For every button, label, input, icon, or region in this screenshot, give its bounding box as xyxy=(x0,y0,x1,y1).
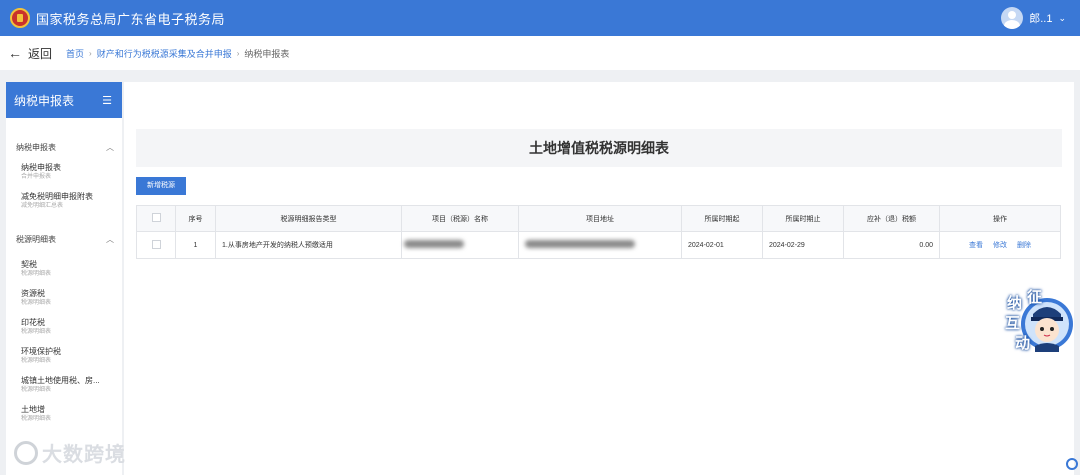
edit-link[interactable]: 修改 xyxy=(993,242,1007,249)
column-header: 所属时期起 xyxy=(681,205,763,232)
sidebar-item-label[interactable]: 纳税申报表 xyxy=(21,162,114,173)
refresh-icon[interactable] xyxy=(1066,458,1078,470)
table-row: 1 1.从事房地产开发的纳税人预缴适用 2024-02-01 2024-02-2… xyxy=(136,231,1061,259)
sidebar-item-stamp-tax[interactable]: 印花税 税源明细表 xyxy=(6,312,122,341)
sidebar-item-environment-tax[interactable]: 环境保护税 税源明细表 xyxy=(6,341,122,370)
sidebar-item-sublabel: 减免明细汇总表 xyxy=(21,203,64,209)
table-header-row: 序号 税源明细报告类型 项目（税源）名称 项目地址 所属时期起 所属时期止 应补… xyxy=(136,205,1061,232)
breadcrumb-bar: ← 返回 首页 › 财产和行为税税源采集及合并申报 › 纳税申报表 xyxy=(0,36,1080,70)
sidebar-item-sublabel: 税源明细表 xyxy=(21,387,52,393)
chevron-down-icon[interactable]: ⌄ xyxy=(1058,13,1066,24)
chevron-right-icon: › xyxy=(236,48,240,58)
sidebar-header: 纳税申报表 ☰ xyxy=(6,82,122,118)
sidebar-group-label[interactable]: 税源明细表 xyxy=(16,234,56,245)
sidebar-group-declaration[interactable]: 纳税申报表 ︿ xyxy=(6,137,122,157)
chevron-right-icon: › xyxy=(89,48,92,58)
view-link[interactable]: 查看 xyxy=(969,242,983,249)
tax-bureau-emblem-icon xyxy=(10,8,30,28)
sidebar-item-declaration-form[interactable]: 纳税申报表 合并申报表 xyxy=(6,157,122,186)
chevron-up-icon[interactable]: ︿ xyxy=(106,234,114,245)
watermark: 大数跨境 xyxy=(14,438,126,467)
back-button[interactable]: ← 返回 xyxy=(8,45,52,62)
page-title: 土地增值税税源明细表 xyxy=(136,129,1062,167)
sidebar-item-land-value-added-tax[interactable]: 土地增 税源明细表 xyxy=(6,399,122,428)
sidebar-item-label[interactable]: 土地增 xyxy=(21,404,114,415)
user-menu[interactable]: 郎..1 ⌄ xyxy=(1001,7,1066,29)
sidebar-item-label[interactable]: 印花税 xyxy=(21,317,114,328)
breadcrumb-current: 纳税申报表 xyxy=(244,48,290,59)
assistant-char[interactable]: 纳 xyxy=(1007,292,1022,313)
row-project-address-redacted xyxy=(518,231,682,259)
column-header: 操作 xyxy=(939,205,1061,232)
row-project-name-redacted xyxy=(401,231,519,259)
watermark-text: 大数跨境 xyxy=(42,444,126,466)
menu-collapse-icon[interactable]: ☰ xyxy=(102,94,112,107)
sidebar: 纳税申报表 ☰ 纳税申报表 ︿ 纳税申报表 合并申报表 减免税明细申报附表 减免… xyxy=(6,82,122,475)
sidebar-item-sublabel: 税源明细表 xyxy=(21,271,52,277)
sidebar-item-label[interactable]: 城镇土地使用税、房... xyxy=(21,375,114,386)
sidebar-group-label[interactable]: 纳税申报表 xyxy=(16,142,56,153)
redacted-text xyxy=(525,240,635,248)
breadcrumb: 首页 › 财产和行为税税源采集及合并申报 › 纳税申报表 xyxy=(66,47,289,60)
header-select-all[interactable] xyxy=(136,205,176,232)
column-header: 项目地址 xyxy=(518,205,682,232)
column-header: 项目（税源）名称 xyxy=(401,205,519,232)
sidebar-item-sublabel: 税源明细表 xyxy=(21,329,52,335)
sidebar-item-sublabel: 税源明细表 xyxy=(21,416,52,422)
tax-source-table: 序号 税源明细报告类型 项目（税源）名称 项目地址 所属时期起 所属时期止 应补… xyxy=(136,205,1061,259)
column-header: 所属时期止 xyxy=(762,205,844,232)
column-header: 应补（退）税额 xyxy=(843,205,940,232)
row-tax-amount: 0.00 xyxy=(843,231,940,259)
column-header: 税源明细报告类型 xyxy=(215,205,402,232)
sidebar-item-sublabel: 合并申报表 xyxy=(21,174,52,180)
back-label[interactable]: 返回 xyxy=(28,45,52,62)
assistant-char[interactable]: 互 xyxy=(1005,312,1020,333)
sidebar-item-resource-tax[interactable]: 资源税 税源明细表 xyxy=(6,283,122,312)
assistant-char[interactable]: 动 xyxy=(1015,332,1030,353)
user-avatar-icon[interactable] xyxy=(1001,7,1024,29)
main-content: 土地增值税税源明细表 新增税源 序号 税源明细报告类型 项目（税源）名称 项目地… xyxy=(124,82,1074,475)
row-index: 1 xyxy=(175,231,216,259)
sidebar-item-sublabel: 税源明细表 xyxy=(21,300,52,306)
delete-link[interactable]: 删除 xyxy=(1017,242,1031,249)
redacted-text xyxy=(404,240,464,248)
sidebar-item-deed-tax[interactable]: 契税 税源明细表 xyxy=(6,254,122,283)
sidebar-item-label[interactable]: 环境保护税 xyxy=(21,346,114,357)
add-tax-source-button[interactable]: 新增税源 xyxy=(136,177,186,195)
assistant-char[interactable]: 征 xyxy=(1027,286,1042,307)
user-name[interactable]: 郎..1 xyxy=(1029,10,1052,26)
sidebar-title: 纳税申报表 xyxy=(14,93,75,108)
sidebar-item-label[interactable]: 减免税明细申报附表 xyxy=(21,191,114,202)
sidebar-item-label[interactable]: 契税 xyxy=(21,259,114,270)
sidebar-item-label[interactable]: 资源税 xyxy=(21,288,114,299)
row-report-type: 1.从事房地产开发的纳税人预缴适用 xyxy=(215,231,402,259)
row-actions: 查看 修改 删除 xyxy=(939,231,1061,259)
row-checkbox[interactable] xyxy=(151,239,161,249)
top-header-bar: 国家税务总局广东省电子税务局 郎..1 ⌄ xyxy=(0,0,1080,36)
assistant-widget[interactable]: 纳 征 互 动 xyxy=(1003,286,1079,356)
select-all-checkbox[interactable] xyxy=(151,213,161,222)
sidebar-item-reduction-schedule[interactable]: 减免税明细申报附表 减免明细汇总表 xyxy=(6,186,122,215)
sidebar-item-land-use-tax[interactable]: 城镇土地使用税、房... 税源明细表 xyxy=(6,370,122,399)
sidebar-item-sublabel: 税源明细表 xyxy=(21,358,52,364)
row-period-start: 2024-02-01 xyxy=(681,231,763,259)
watermark-logo-icon xyxy=(14,440,38,465)
column-header: 序号 xyxy=(175,205,216,232)
chevron-up-icon[interactable]: ︿ xyxy=(106,142,114,153)
arrow-left-icon[interactable]: ← xyxy=(8,45,22,61)
row-period-end: 2024-02-29 xyxy=(762,231,844,259)
site-title: 国家税务总局广东省电子税务局 xyxy=(36,11,226,27)
breadcrumb-merged-declaration[interactable]: 财产和行为税税源采集及合并申报 xyxy=(97,47,232,60)
breadcrumb-home[interactable]: 首页 xyxy=(66,47,84,60)
sidebar-group-tax-source[interactable]: 税源明细表 ︿ xyxy=(6,229,122,249)
row-select-cell[interactable] xyxy=(136,231,176,259)
